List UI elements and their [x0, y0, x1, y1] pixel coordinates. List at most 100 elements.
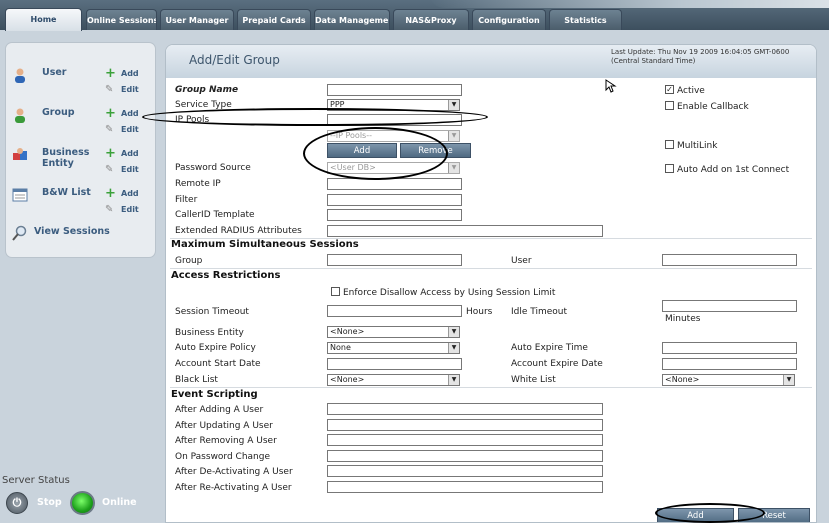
sidebar: User + Add ✎ Edit Group + Add ✎ Edit Busines…: [5, 42, 156, 258]
black-list-label: Black List: [175, 375, 218, 385]
after-deactivating-field[interactable]: [327, 465, 603, 477]
callerid-template-label: CallerID Template: [175, 210, 255, 220]
on-password-change-label: On Password Change: [175, 452, 271, 462]
last-update-text: Last Update: Thu Nov 19 2009 16:04:05 GM…: [611, 48, 790, 65]
session-timeout-field[interactable]: [327, 305, 462, 317]
idle-timeout-field[interactable]: [662, 300, 797, 312]
auto-expire-policy-select[interactable]: None ▼: [327, 342, 460, 354]
access-restrictions-heading: Access Restrictions: [171, 270, 811, 283]
user-edit-button[interactable]: ✎ Edit: [105, 84, 151, 96]
business-entity-select[interactable]: <None> ▼: [327, 326, 460, 338]
tab-online-sessions[interactable]: Online Sessions: [86, 9, 157, 30]
tab-user-manager[interactable]: User Manager: [160, 9, 234, 30]
tab-statistics[interactable]: Statistics: [549, 9, 622, 30]
business-entity-label: Business Entity: [175, 328, 244, 338]
ip-pools-select[interactable]: --IP Pools-- ▼: [327, 130, 460, 142]
black-list-select[interactable]: <None> ▼: [327, 374, 460, 386]
group-name-field[interactable]: [327, 84, 462, 96]
plus-icon: +: [105, 106, 116, 121]
chevron-down-icon: ▼: [448, 163, 459, 173]
sidebar-item-business-entity: Business Entity + Add ✎ Edit: [12, 147, 152, 181]
chevron-down-icon: ▼: [448, 100, 459, 110]
power-icon[interactable]: ⏻: [6, 492, 28, 514]
panel-header: Add/Edit Group Last Update: Thu Nov 19 2…: [166, 45, 816, 78]
extended-radius-label: Extended RADIUS Attributes: [175, 226, 302, 236]
magnifier-icon: [12, 225, 27, 241]
auto-expire-policy-label: Auto Expire Policy: [175, 343, 256, 353]
user-add-button[interactable]: + Add: [105, 66, 151, 81]
ip-pools-field[interactable]: [327, 114, 462, 126]
ip-pools-label: IP Pools: [175, 115, 210, 125]
after-updating-field[interactable]: [327, 419, 603, 431]
sidebar-item-label[interactable]: Business Entity: [42, 147, 104, 169]
header-decoration: [430, 0, 829, 8]
pencil-icon: ✎: [105, 124, 114, 135]
divider: [170, 268, 812, 269]
enable-callback-checkbox[interactable]: [665, 101, 674, 110]
extended-radius-field[interactable]: [327, 225, 603, 237]
after-removing-field[interactable]: [327, 434, 603, 446]
pencil-icon: ✎: [105, 84, 114, 95]
chevron-down-icon: ▼: [448, 131, 459, 141]
max-group-field[interactable]: [327, 254, 462, 266]
after-reactivating-label: After Re-Activating A User: [175, 483, 292, 493]
filter-label: Filter: [175, 195, 198, 205]
tab-home[interactable]: Home: [5, 8, 82, 31]
callerid-template-field[interactable]: [327, 209, 462, 221]
view-sessions-label[interactable]: View Sessions: [34, 226, 144, 237]
sidebar-item-label[interactable]: Group: [42, 107, 104, 118]
submit-add-button[interactable]: Add: [657, 508, 734, 522]
add-edit-group-panel: Add/Edit Group Last Update: Thu Nov 19 2…: [165, 44, 817, 523]
multilink-label: MultiLink: [677, 141, 718, 151]
reset-button[interactable]: Reset: [738, 508, 810, 522]
on-password-change-field[interactable]: [327, 450, 603, 462]
group-edit-button[interactable]: ✎ Edit: [105, 124, 151, 136]
sidebar-item-label[interactable]: User: [42, 67, 104, 78]
account-expire-date-label: Account Expire Date: [511, 359, 603, 369]
after-reactivating-field[interactable]: [327, 481, 603, 493]
ip-pool-remove-button[interactable]: Remove: [400, 143, 471, 158]
sidebar-item-view-sessions[interactable]: View Sessions: [12, 225, 152, 243]
max-group-label: Group: [175, 256, 203, 266]
white-list-label: White List: [511, 375, 556, 385]
auto-expire-time-field[interactable]: [662, 342, 797, 354]
idle-timeout-label: Idle Timeout: [511, 307, 568, 317]
active-checkbox[interactable]: ✓: [665, 85, 674, 94]
sidebar-item-label[interactable]: B&W List: [42, 187, 104, 198]
minutes-label: Minutes: [665, 314, 701, 324]
tab-configuration[interactable]: Configuration: [472, 9, 546, 30]
password-source-select[interactable]: <User DB> ▼: [327, 162, 460, 174]
auto-add-checkbox[interactable]: [665, 164, 674, 173]
bw-list-edit-button[interactable]: ✎ Edit: [105, 204, 151, 216]
sidebar-item-user: User + Add ✎ Edit: [12, 67, 152, 101]
service-type-select[interactable]: PPP ▼: [327, 99, 460, 111]
white-list-select[interactable]: <None> ▼: [662, 374, 795, 386]
enforce-disallow-label: Enforce Disallow Access by Using Session…: [343, 288, 556, 298]
tab-data-management[interactable]: Data Management: [314, 9, 390, 30]
sidebar-item-bw-list: B&W List + Add ✎ Edit: [12, 187, 152, 221]
account-start-date-field[interactable]: [327, 358, 462, 370]
after-removing-label: After Removing A User: [175, 436, 277, 446]
tab-nas-proxy[interactable]: NAS&Proxy: [393, 9, 469, 30]
account-expire-date-field[interactable]: [662, 358, 797, 370]
after-adding-field[interactable]: [327, 403, 603, 415]
user-icon: [15, 68, 25, 83]
business-entity-edit-button[interactable]: ✎ Edit: [105, 164, 151, 176]
enforce-disallow-checkbox[interactable]: [331, 287, 340, 296]
business-entity-add-button[interactable]: + Add: [105, 147, 151, 160]
pencil-icon: ✎: [105, 164, 114, 175]
group-name-label: Group Name: [175, 85, 239, 95]
tab-prepaid-cards[interactable]: Prepaid Cards: [237, 9, 311, 30]
divider: [170, 387, 812, 388]
filter-field[interactable]: [327, 194, 462, 206]
multilink-checkbox[interactable]: [665, 140, 674, 149]
plus-icon: +: [105, 186, 116, 201]
remote-ip-field[interactable]: [327, 178, 462, 190]
plus-icon: +: [105, 66, 116, 81]
max-user-field[interactable]: [662, 254, 797, 266]
bw-list-add-button[interactable]: + Add: [105, 186, 151, 201]
after-deactivating-label: After De-Activating A User: [175, 467, 293, 477]
stop-label[interactable]: Stop: [37, 497, 62, 508]
group-add-button[interactable]: + Add: [105, 106, 151, 121]
ip-pool-add-button[interactable]: Add: [327, 143, 397, 158]
